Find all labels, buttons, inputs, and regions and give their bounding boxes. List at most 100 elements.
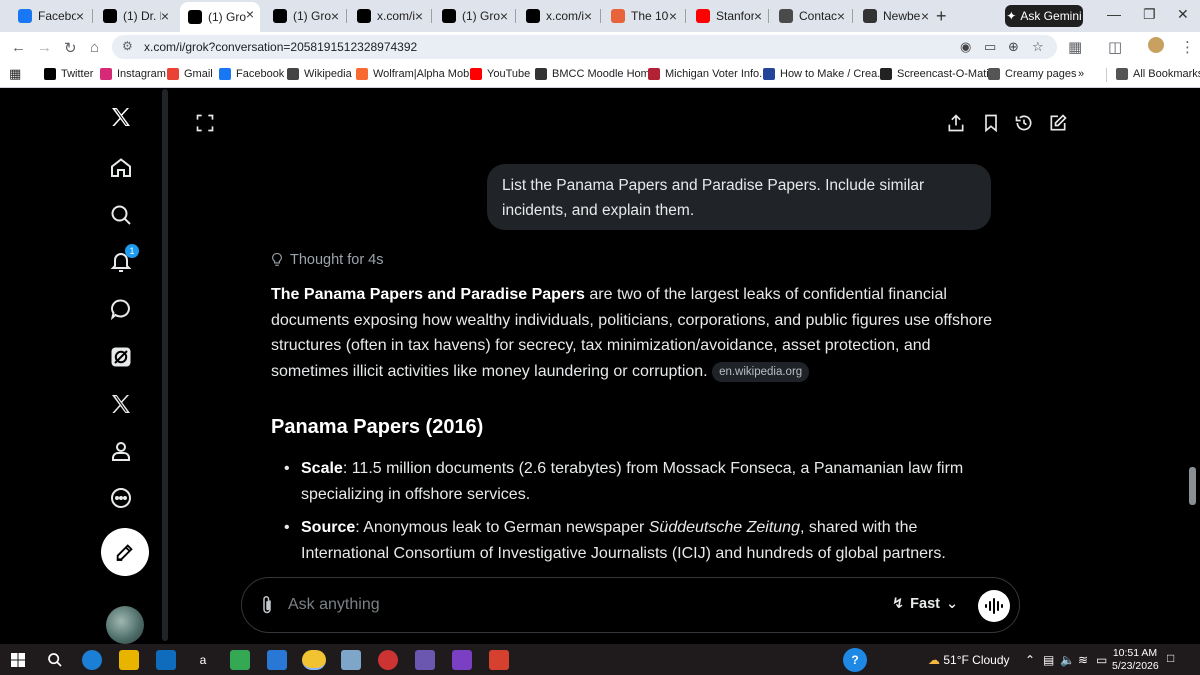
tray-app-icon[interactable]: ▤ [1043,653,1054,667]
bookmark-item[interactable]: Facebook [219,68,284,80]
bookmark-icon[interactable] [981,113,1001,133]
weather-widget[interactable]: ☁ 51°F Cloudy [928,653,1010,667]
voice-mode-button[interactable] [978,590,1010,622]
notepad-icon[interactable] [341,650,361,670]
close-tab-icon[interactable]: × [921,8,929,24]
close-tab-icon[interactable]: × [331,8,339,24]
restore-icon[interactable]: ❐ [1143,6,1156,23]
thought-toggle[interactable]: Thought for 4s [270,252,384,268]
zoom-icon[interactable]: ⊕ [1008,39,1019,55]
show-hidden-icons[interactable]: ⌃ [1025,653,1035,667]
bookmark-item[interactable]: Michigan Voter Info... [648,68,768,80]
close-tab-icon[interactable]: × [500,8,508,24]
profile-nav-icon[interactable] [95,433,147,469]
forward-icon[interactable]: → [37,39,52,56]
bookmark-item[interactable]: BMCC Moodle Hom... [535,68,659,80]
close-tab-icon[interactable]: × [161,8,169,24]
windows-start-icon[interactable] [8,650,28,670]
app-icon[interactable] [267,650,287,670]
bookmark-item[interactable]: Wikipedia [287,68,352,80]
help-icon[interactable]: ? [843,648,867,672]
tripadvisor-icon[interactable] [230,650,250,670]
app-icon[interactable] [378,650,398,670]
share-icon[interactable] [946,113,966,133]
reload-icon[interactable]: ↻ [64,39,77,57]
ask-gemini-button[interactable]: ✦ Ask Gemini [1005,5,1083,27]
new-chat-icon[interactable] [1048,113,1068,133]
bookmark-star-icon[interactable]: ☆ [1032,39,1044,55]
app-icon[interactable] [452,650,472,670]
source-chip[interactable]: en.wikipedia.org [712,361,810,382]
new-tab-button[interactable]: + [936,6,947,27]
amazon-icon[interactable]: a [193,650,213,670]
apps-icon[interactable]: ▦ [9,66,21,82]
omnibox[interactable]: ⚙ x.com/i/grok?conversation=205819151232… [112,35,1057,59]
volume-icon[interactable]: 🔈 [1060,653,1075,667]
bookmark-item[interactable]: How to Make / Crea... [763,68,886,80]
close-tab-icon[interactable]: × [415,8,423,24]
url-text[interactable]: x.com/i/grok?conversation=20581915123289… [144,40,417,54]
home-nav-icon[interactable] [95,150,147,186]
browser-tab[interactable]: (1) Grok× [180,2,260,32]
sidebar-scrollbar[interactable] [162,89,168,641]
app-icon[interactable] [489,650,509,670]
all-bookmarks-button[interactable]: All Bookmarks [1116,68,1200,80]
battery-icon[interactable]: ▭ [1096,653,1107,667]
site-info-icon[interactable]: ⚙ [122,39,133,53]
close-tab-icon[interactable]: × [669,8,677,24]
bookmark-item[interactable]: Screencast-O-Matic [880,68,994,80]
ask-input[interactable]: Ask anything [288,596,380,614]
x-premium-nav-icon[interactable] [95,386,147,422]
browser-tab[interactable]: Stanford× [688,4,768,28]
back-icon[interactable]: ← [11,39,26,56]
history-icon[interactable] [1014,113,1034,133]
search-icon[interactable] [45,650,65,670]
close-window-icon[interactable]: ✕ [1177,6,1189,23]
bookmark-item[interactable]: Wolfram|Alpha Mob... [356,68,478,80]
install-app-icon[interactable]: ▭ [984,39,996,55]
extensions-icon[interactable]: ▦ [1068,38,1082,56]
browser-tab[interactable]: (1) Grok× [265,4,345,28]
messages-nav-icon[interactable] [95,291,147,327]
wifi-icon[interactable]: ≋ [1078,653,1088,667]
bookmark-item[interactable]: Gmail [167,68,213,80]
close-tab-icon[interactable]: × [837,8,845,24]
browser-tab[interactable]: (1) Dr. E× [95,4,175,28]
grok-nav-icon[interactable] [95,339,147,375]
minimize-icon[interactable]: — [1107,6,1121,22]
browser-tab[interactable]: (1) Grok× [434,4,514,28]
explore-nav-icon[interactable] [95,197,147,233]
x-logo-icon[interactable] [95,99,147,135]
browser-tab[interactable]: x.com/i × [518,4,598,28]
bookmark-item[interactable]: Instagram [100,68,166,80]
close-tab-icon[interactable]: × [246,6,254,22]
expand-icon[interactable] [195,113,215,133]
browser-tab[interactable]: Facebook× [10,4,90,28]
chrome-icon[interactable] [302,650,326,670]
edge-icon[interactable] [82,650,102,670]
file-explorer-icon[interactable] [119,650,139,670]
mode-selector[interactable]: ↯ Fast ⌄ [892,596,958,612]
close-tab-icon[interactable]: × [754,8,762,24]
attach-icon[interactable] [258,594,276,621]
mail-icon[interactable] [156,650,176,670]
compose-button[interactable] [101,528,149,576]
browser-tab[interactable]: x.com/i × [349,4,429,28]
notifications-nav-icon[interactable]: 1 [95,244,147,280]
bookmark-item[interactable]: YouTube [470,68,530,80]
app-icon[interactable] [415,650,435,670]
taskbar-clock[interactable]: 10:51 AM 5/23/2026 [1112,647,1159,673]
more-nav-icon[interactable] [95,480,147,516]
account-avatar[interactable] [106,606,144,644]
bookmark-item[interactable]: Twitter [44,68,93,80]
home-icon[interactable]: ⌂ [90,39,99,56]
close-tab-icon[interactable]: × [584,8,592,24]
notification-center-icon[interactable]: □ [1167,651,1174,665]
browser-tab[interactable]: The 100× [603,4,683,28]
more-bookmarks-button[interactable]: » [1078,68,1084,80]
page-scrollbar[interactable] [1185,89,1200,644]
browser-tab[interactable]: Newbe × [855,4,935,28]
browser-tab[interactable]: Contact × [771,4,851,28]
bookmark-item[interactable]: Creamy pages [988,68,1077,80]
close-tab-icon[interactable]: × [76,8,84,24]
